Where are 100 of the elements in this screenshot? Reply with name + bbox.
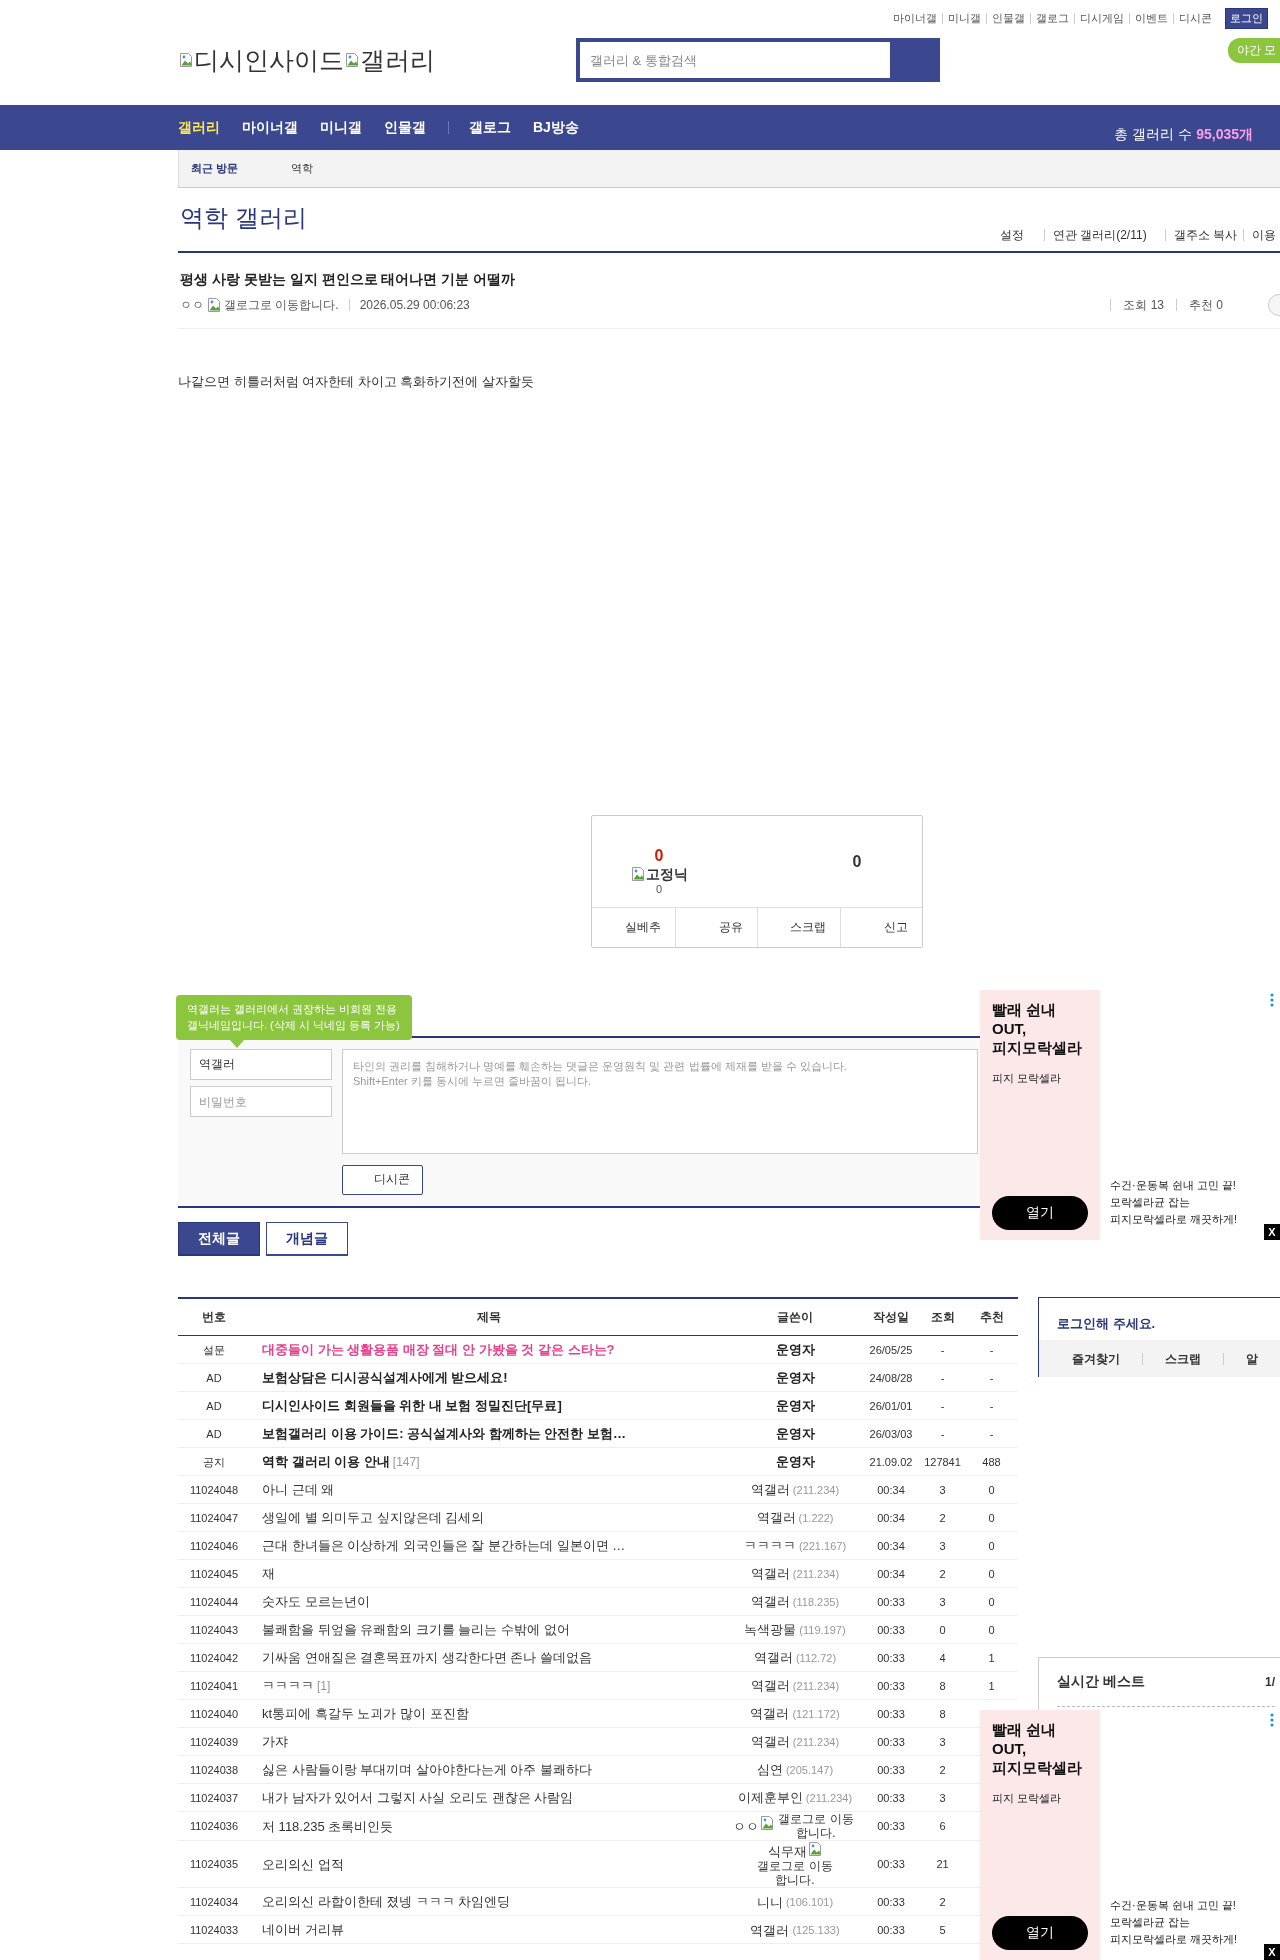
table-cell: 00:33 bbox=[862, 1643, 920, 1672]
writer-name: 운영자 bbox=[775, 1398, 815, 1414]
writer-name: 역갤러 bbox=[750, 1706, 790, 1722]
top-link[interactable]: 미니갤 bbox=[942, 12, 986, 24]
table-cell: - bbox=[920, 1419, 965, 1448]
writer-name: 심연 bbox=[756, 1762, 783, 1778]
gallery-title[interactable]: 역학 갤러리 bbox=[180, 202, 307, 251]
sidebar-link[interactable]: 즐겨찾기 bbox=[1072, 1352, 1142, 1365]
top-link[interactable]: 마이너갤 bbox=[888, 12, 942, 24]
close-button[interactable]: X bbox=[1264, 1944, 1280, 1960]
post-title-link[interactable]: 아니 근데 왜 bbox=[262, 1481, 335, 1497]
search-field[interactable]: 갤러리 & 통합검색 bbox=[580, 42, 890, 78]
ad-description: 수건·운동복 쉰내 고민 끝! 모락셀라균 잡는 피지모락셀라로 깨끗하게! bbox=[1110, 1898, 1238, 1947]
post-title-link[interactable]: 보험상담은 디시공식설계사에게 받으세요! bbox=[262, 1369, 508, 1385]
sidebar-link[interactable]: 알 bbox=[1223, 1352, 1280, 1365]
post-title-link[interactable]: 생일에 별 의미두고 싶지않은데 김세의 bbox=[262, 1509, 485, 1525]
close-button[interactable]: X bbox=[1264, 1224, 1280, 1240]
post-title-link[interactable]: 네이버 거리뷰 bbox=[262, 1921, 344, 1937]
table-cell: - bbox=[920, 1363, 965, 1392]
table-cell: 11024039 bbox=[178, 1727, 250, 1756]
post-title-link[interactable]: 디시인사이드 회원들을 위한 내 보험 정밀진단[무료] bbox=[262, 1397, 562, 1413]
post-title-link[interactable]: 근대 한녀들은 이상하게 외국인들은 잘 분간하는데 일본이면 … bbox=[262, 1537, 626, 1553]
post-title-link[interactable]: 오리의신 업적 bbox=[262, 1856, 344, 1872]
recent-gallery-link[interactable]: 역학 bbox=[291, 161, 313, 176]
column-header: 번호 bbox=[178, 1298, 250, 1336]
ip-address: (121.172) bbox=[792, 1707, 840, 1720]
table-cell: 11024037 bbox=[178, 1783, 250, 1812]
top-link[interactable]: 인물갤 bbox=[986, 12, 1030, 24]
writer-name: 운영자 bbox=[775, 1426, 815, 1442]
table-cell: AD bbox=[178, 1363, 250, 1392]
gallery-link[interactable]: 연관 갤러리(2/11) bbox=[1043, 229, 1165, 241]
post-title-link[interactable]: kt통피에 흑갈두 노괴가 많이 포진함 bbox=[262, 1705, 469, 1721]
table-cell: 2 bbox=[920, 1559, 965, 1588]
gallery-link[interactable]: 설정 bbox=[991, 229, 1044, 241]
post-title-link[interactable]: 대중들이 가는 생활용품 매장 절대 안 가봤을 것 같은 스타는? bbox=[262, 1341, 615, 1357]
post-title-link[interactable]: 숫자도 모르는년이 bbox=[262, 1593, 370, 1609]
nav-link[interactable]: BJ방송 bbox=[533, 118, 579, 137]
table-cell: 00:33 bbox=[862, 1840, 920, 1888]
post-title-link[interactable]: 불쾌함을 뒤엎을 유쾌함의 크기를 늘리는 수밖에 없어 bbox=[262, 1621, 570, 1637]
nav-link[interactable]: 갤러리 bbox=[178, 118, 220, 137]
writer-name: 이제훈부인 bbox=[737, 1790, 803, 1806]
login-prompt[interactable]: 로그인해 주세요. bbox=[1039, 1298, 1280, 1340]
view-count: 조회 13 bbox=[1110, 299, 1176, 311]
nickname-field[interactable]: 역갤러 bbox=[190, 1049, 332, 1080]
top-link[interactable]: 디시콘 bbox=[1173, 12, 1217, 24]
table-cell: 0 bbox=[965, 1559, 1018, 1588]
nav-link[interactable]: 인물갤 bbox=[384, 118, 426, 137]
open-button[interactable]: 열기 bbox=[992, 1916, 1088, 1950]
comment-field[interactable]: 타인의 권리를 침해하거나 명예를 훼손하는 댓글은 운영원칙 및 관련 법률에 제재를 받을 수 있습니다. Shift+Enter 키를 동시에 누르면 줄바꿈이 됩니다. bbox=[342, 1049, 978, 1154]
nav-link[interactable]: 갤로그 bbox=[469, 118, 511, 137]
post-title-link[interactable]: 역학 갤러리 이용 안내 bbox=[262, 1453, 390, 1469]
broken-image-icon bbox=[806, 1841, 823, 1857]
open-button[interactable]: 열기 bbox=[992, 1196, 1088, 1230]
list-tab[interactable]: 개념글 bbox=[266, 1222, 348, 1256]
nav-link[interactable]: 미니갤 bbox=[320, 118, 362, 137]
gallery-link[interactable]: 이용 bbox=[1243, 229, 1280, 241]
post-title-link[interactable]: 오리의신 라합이한테 졌넹 ㅋㅋㅋ 차임엔딩 bbox=[262, 1893, 511, 1909]
top-link[interactable]: 갤로그 bbox=[1030, 12, 1074, 24]
login-button[interactable]: 로그인 bbox=[1225, 7, 1268, 29]
action-button[interactable]: 신고 bbox=[839, 908, 922, 947]
kebab-menu-icon[interactable] bbox=[1270, 1713, 1274, 1727]
list-tab[interactable]: 전체글 bbox=[178, 1222, 260, 1256]
column-header: 글쓴이 bbox=[728, 1298, 862, 1336]
post-title-link[interactable]: 기싸움 연애질은 결혼목표까지 생각한다면 존나 쓸데없음 bbox=[262, 1649, 593, 1665]
table-cell: 4 bbox=[920, 1643, 965, 1672]
nav-link[interactable]: 마이너갤 bbox=[242, 118, 298, 137]
column-header: 추천 bbox=[965, 1298, 1018, 1336]
table-cell: 11024040 bbox=[178, 1699, 250, 1728]
post-title-link[interactable]: 저 118.235 초록비인듯 bbox=[262, 1818, 394, 1834]
table-cell: 11024036 bbox=[178, 1811, 250, 1841]
fixed-nick-count: 0 bbox=[655, 883, 663, 895]
top-link[interactable]: 이벤트 bbox=[1129, 12, 1173, 24]
dccon-button[interactable]: 디시콘 bbox=[342, 1164, 423, 1195]
table-cell: 11024043 bbox=[178, 1615, 250, 1644]
post-title-link[interactable]: 싫은 사람들이랑 부대끼며 살아야한다는게 아주 불쾌하다 bbox=[262, 1761, 593, 1777]
broken-image-icon bbox=[178, 52, 194, 68]
table-cell: 00:33 bbox=[862, 1755, 920, 1784]
image-alt-text: 갤로그로 이동합니다. bbox=[777, 1812, 855, 1840]
post-title-link[interactable]: 가쟈 bbox=[262, 1733, 288, 1749]
post-title-link[interactable]: 내가 남자가 있어서 그렇지 사실 오리도 괜찮은 사람임 bbox=[262, 1789, 574, 1805]
password-field[interactable]: 비밀번호 bbox=[190, 1086, 332, 1117]
recommend-count: 추천 0 bbox=[1176, 299, 1235, 311]
ip-address: (1.222) bbox=[798, 1511, 834, 1524]
ip-address: (125.133) bbox=[792, 1923, 840, 1936]
table-cell: 21 bbox=[920, 1840, 965, 1888]
ip-address: (211.234) bbox=[792, 1735, 840, 1748]
ad-brand: 피지 모락셀라 bbox=[992, 1791, 1063, 1806]
table-cell: 00:34 bbox=[862, 1475, 920, 1504]
broken-image-icon bbox=[206, 297, 222, 313]
image-alt-text: 갤로그로 이동합니다. bbox=[756, 1859, 834, 1888]
gallery-link[interactable]: 갤주소 복사 bbox=[1164, 229, 1243, 241]
sidebar-link[interactable]: 스크랩 bbox=[1142, 1352, 1223, 1365]
post-title-link[interactable]: 재 bbox=[262, 1565, 275, 1581]
kebab-menu-icon[interactable] bbox=[1270, 993, 1274, 1007]
table-cell: - bbox=[920, 1391, 965, 1420]
image-alt-text: 갤로그로 이동합니다. bbox=[224, 296, 339, 314]
top-link[interactable]: 디시게임 bbox=[1074, 12, 1129, 24]
post-title-link[interactable]: 보험갤러리 이용 가이드: 공식설계사와 함께하는 안전한 보험… bbox=[262, 1425, 626, 1441]
post-title-link[interactable]: ㅋㅋㅋㅋ bbox=[262, 1677, 314, 1693]
table-cell: 1 bbox=[965, 1671, 1018, 1700]
